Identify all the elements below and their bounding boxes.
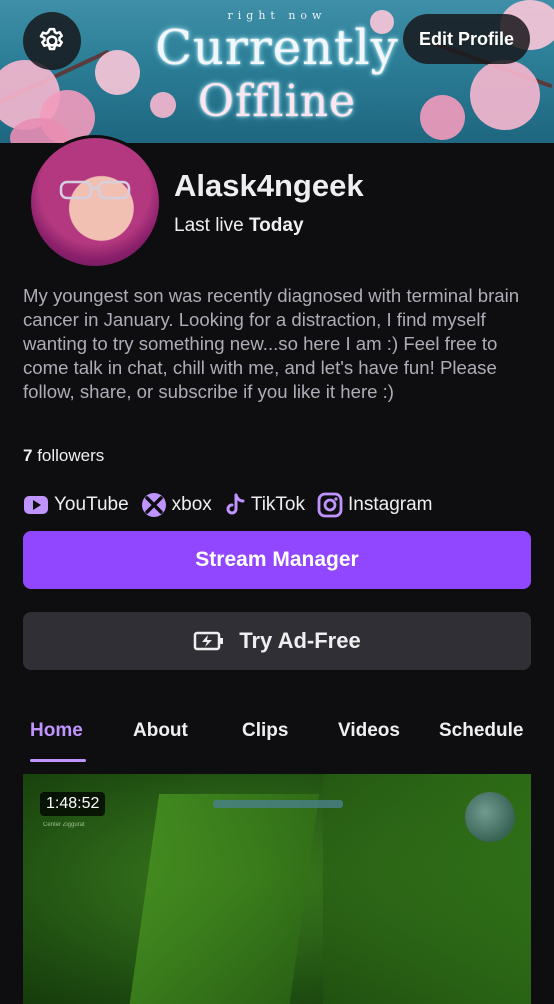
battery-bolt-icon [194,631,224,651]
edit-profile-button[interactable]: Edit Profile [402,14,530,64]
video-duration-badge: 1:48:52 [40,792,106,816]
tab-home[interactable]: Home [30,720,83,742]
active-tab-indicator [30,759,86,762]
gear-icon [39,27,63,51]
banner-title-line2: Offline [197,76,357,127]
thumbnail-hud [213,800,343,808]
avatar[interactable] [28,135,162,269]
bio-text: My youngest son was recently diagnosed w… [23,285,520,402]
social-label: TikTok [250,494,306,515]
social-link-tiktok[interactable]: TikTok [224,493,305,517]
last-live-status: Last live Today [174,215,304,237]
social-links: YouTube xbox TikTok Instagram [23,492,445,518]
tab-schedule[interactable]: Schedule [439,720,523,742]
last-live-label: Last live [174,215,244,236]
social-label: YouTube [54,494,129,515]
try-ad-free-button[interactable]: Try Ad-Free [23,612,531,670]
glasses-graphic [59,180,131,200]
tab-about[interactable]: About [133,720,188,742]
social-label: Instagram [348,494,433,515]
thumbnail-hud [465,792,515,842]
thumbnail-scenery [126,794,320,1004]
xbox-icon [141,493,166,517]
tab-videos[interactable]: Videos [338,720,400,742]
stream-manager-button[interactable]: Stream Manager [23,531,531,589]
social-link-xbox[interactable]: xbox [141,492,212,518]
tab-clips[interactable]: Clips [242,720,288,742]
followers-count[interactable]: 7 followers [23,446,104,466]
social-label: xbox [171,494,212,515]
instagram-icon [317,492,343,518]
last-live-value: Today [248,215,304,236]
username: Alask4ngeek [174,168,364,203]
video-thumbnail[interactable]: 1:48:52 Center Ziggurat [23,774,531,1004]
followers-number: 7 [23,446,33,465]
social-link-instagram[interactable]: Instagram [317,492,433,518]
video-caption: Center Ziggurat [43,822,85,828]
youtube-icon [24,496,48,514]
settings-button[interactable] [23,12,81,70]
followers-label: followers [37,446,105,465]
social-link-youtube[interactable]: YouTube [23,494,129,516]
tiktok-icon [226,493,245,515]
channel-tabs: Home About Clips Videos Schedule [0,714,554,764]
try-ad-free-label: Try Ad-Free [239,628,361,653]
